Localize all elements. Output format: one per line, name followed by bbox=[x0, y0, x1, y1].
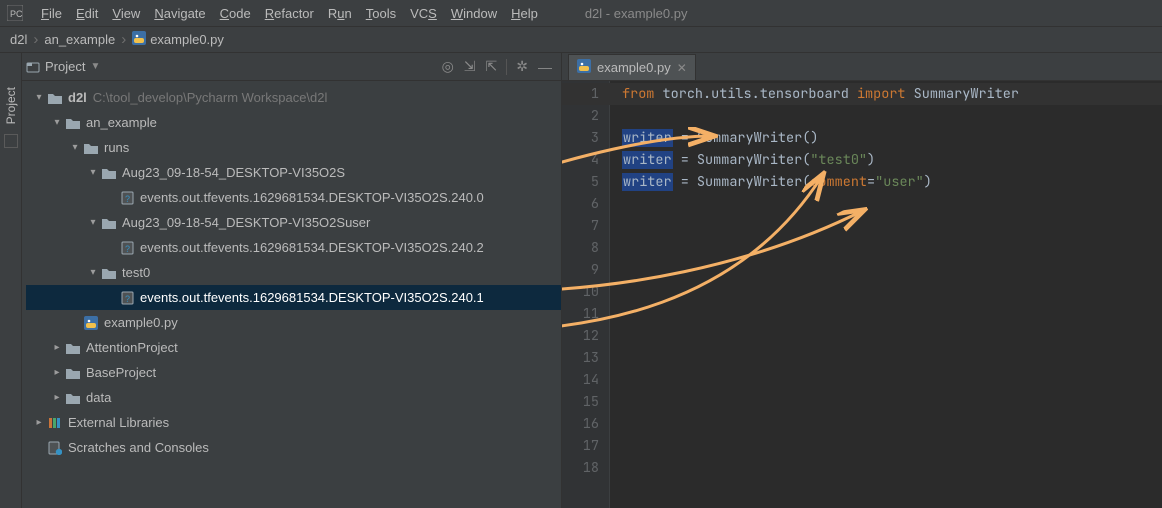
panel-title: Project bbox=[45, 59, 85, 74]
tree-folder-an-example[interactable]: ▾ an_example bbox=[26, 110, 561, 135]
menu-run[interactable]: Run bbox=[321, 6, 359, 21]
chevron-right-icon: › bbox=[33, 31, 38, 48]
code-editor[interactable]: 123456789101112131415161718 from torch.u… bbox=[562, 81, 1162, 508]
tree-file-events3[interactable]: ▾ ? events.out.tfevents.1629681534.DESKT… bbox=[26, 285, 561, 310]
chevron-down-icon[interactable]: ▾ bbox=[86, 217, 100, 228]
folder-icon bbox=[100, 167, 118, 179]
structure-tool-icon[interactable] bbox=[4, 134, 18, 148]
menu-bar: PC File Edit View Navigate Code Refactor… bbox=[0, 0, 1162, 27]
folder-icon bbox=[64, 342, 82, 354]
svg-text:?: ? bbox=[125, 194, 130, 204]
expand-icon[interactable]: ⇲ bbox=[459, 58, 481, 75]
gear-icon[interactable]: ✲ bbox=[511, 58, 533, 75]
chevron-right-icon[interactable]: ▸ bbox=[50, 342, 64, 353]
menu-tools[interactable]: Tools bbox=[359, 6, 403, 21]
scratches-icon bbox=[46, 441, 64, 455]
project-panel-header: Project ▼ ◎ ⇲ ⇱ ✲ — bbox=[22, 53, 561, 81]
editor-tab-example0[interactable]: example0.py ✕ bbox=[568, 54, 696, 80]
close-icon[interactable]: ✕ bbox=[677, 61, 687, 75]
tree-folder-run2[interactable]: ▾ Aug23_09-18-54_DESKTOP-VI35O2Suser bbox=[26, 210, 561, 235]
svg-text:PC: PC bbox=[10, 9, 23, 19]
folder-icon bbox=[100, 267, 118, 279]
chevron-down-icon[interactable]: ▾ bbox=[86, 167, 100, 178]
svg-text:?: ? bbox=[125, 294, 130, 304]
tree-folder-run1[interactable]: ▾ Aug23_09-18-54_DESKTOP-VI35O2S bbox=[26, 160, 561, 185]
folder-icon bbox=[64, 367, 82, 379]
tree-file-examplepy[interactable]: ▾ example0.py bbox=[26, 310, 561, 335]
tree-folder-runs[interactable]: ▾ runs bbox=[26, 135, 561, 160]
menu-refactor[interactable]: Refactor bbox=[258, 6, 321, 21]
folder-icon bbox=[82, 142, 100, 154]
python-file-icon bbox=[82, 316, 100, 330]
target-icon[interactable]: ◎ bbox=[437, 58, 459, 75]
tree-file-events2[interactable]: ▾ ? events.out.tfevents.1629681534.DESKT… bbox=[26, 235, 561, 260]
window-title: d2l - example0.py bbox=[585, 6, 688, 21]
folder-icon bbox=[100, 217, 118, 229]
python-file-icon bbox=[132, 31, 146, 48]
minimize-icon[interactable]: — bbox=[533, 59, 557, 75]
chevron-down-icon[interactable]: ▾ bbox=[50, 117, 64, 128]
folder-icon bbox=[64, 117, 82, 129]
menu-code[interactable]: Code bbox=[213, 6, 258, 21]
menu-window[interactable]: Window bbox=[444, 6, 504, 21]
menu-vcs[interactable]: VCS bbox=[403, 6, 444, 21]
tree-project-root[interactable]: ▾ d2l C:\tool_develop\Pycharm Workspace\… bbox=[26, 85, 561, 110]
svg-text:?: ? bbox=[125, 244, 130, 254]
chevron-right-icon[interactable]: ▸ bbox=[50, 367, 64, 378]
menu-file[interactable]: File bbox=[34, 6, 69, 21]
tree-external-libraries[interactable]: ▸ External Libraries bbox=[26, 410, 561, 435]
project-tool-button[interactable]: Project bbox=[4, 83, 18, 128]
chevron-right-icon[interactable]: ▸ bbox=[50, 392, 64, 403]
crumb-file[interactable]: example0.py bbox=[150, 32, 224, 47]
chevron-down-icon[interactable]: ▾ bbox=[86, 267, 100, 278]
chevron-down-icon[interactable]: ▾ bbox=[32, 92, 46, 103]
chevron-right-icon[interactable]: ▸ bbox=[32, 417, 46, 428]
file-unknown-icon: ? bbox=[118, 241, 136, 255]
file-unknown-icon: ? bbox=[118, 291, 136, 305]
chevron-down-icon[interactable]: ▾ bbox=[68, 142, 82, 153]
file-unknown-icon: ? bbox=[118, 191, 136, 205]
folder-icon bbox=[46, 92, 64, 104]
code-content[interactable]: from torch.utils.tensorboard import Summ… bbox=[610, 81, 1162, 508]
dropdown-icon[interactable]: ▼ bbox=[90, 61, 100, 72]
crumb-root[interactable]: d2l bbox=[10, 32, 27, 47]
tab-label: example0.py bbox=[597, 60, 671, 75]
tree-folder-data[interactable]: ▸ data bbox=[26, 385, 561, 410]
menu-navigate[interactable]: Navigate bbox=[147, 6, 212, 21]
separator bbox=[506, 59, 507, 75]
app-logo-icon: PC bbox=[6, 4, 24, 22]
library-icon bbox=[46, 416, 64, 430]
folder-icon bbox=[64, 392, 82, 404]
line-gutter: 123456789101112131415161718 bbox=[562, 81, 610, 508]
tree-scratches[interactable]: ▸ Scratches and Consoles bbox=[26, 435, 561, 460]
collapse-icon[interactable]: ⇱ bbox=[481, 58, 503, 75]
tree-folder-test0[interactable]: ▾ test0 bbox=[26, 260, 561, 285]
editor-tabbar: example0.py ✕ bbox=[562, 53, 1162, 81]
project-tree[interactable]: ▾ d2l C:\tool_develop\Pycharm Workspace\… bbox=[22, 81, 561, 508]
editor-area: example0.py ✕ 12345678910111213141516171… bbox=[562, 53, 1162, 508]
tree-folder-attention[interactable]: ▸ AttentionProject bbox=[26, 335, 561, 360]
project-panel: Project ▼ ◎ ⇲ ⇱ ✲ — ▾ d2l C:\tool_develo… bbox=[22, 53, 562, 508]
menu-view[interactable]: View bbox=[105, 6, 147, 21]
tree-folder-base[interactable]: ▸ BaseProject bbox=[26, 360, 561, 385]
menu-edit[interactable]: Edit bbox=[69, 6, 105, 21]
project-icon bbox=[26, 60, 40, 74]
menu-help[interactable]: Help bbox=[504, 6, 545, 21]
left-gutter: Project bbox=[0, 53, 22, 508]
crumb-folder[interactable]: an_example bbox=[44, 32, 115, 47]
python-file-icon bbox=[577, 59, 591, 76]
chevron-right-icon: › bbox=[121, 31, 126, 48]
breadcrumb: d2l › an_example › example0.py bbox=[0, 27, 1162, 53]
tree-file-events1[interactable]: ▾ ? events.out.tfevents.1629681534.DESKT… bbox=[26, 185, 561, 210]
